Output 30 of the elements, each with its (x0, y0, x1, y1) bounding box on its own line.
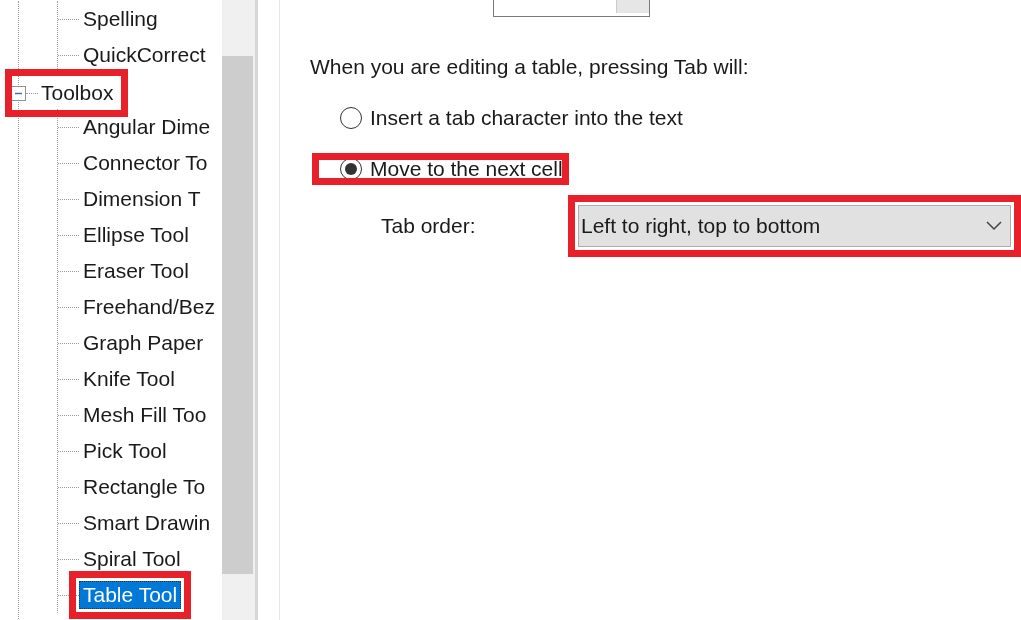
scrollbar-thumb[interactable] (222, 56, 253, 574)
tree-item[interactable]: Smart Drawin (79, 509, 215, 537)
tree-item[interactable]: Pick Tool (79, 437, 171, 465)
radio-option[interactable]: Insert a tab character into the text (312, 102, 689, 134)
tree-item[interactable]: Freehand/Bez (79, 293, 219, 321)
tree-item[interactable]: Spelling (79, 5, 162, 33)
tree-item[interactable]: Angular Dime (79, 113, 215, 141)
chevron-down-icon (986, 221, 1002, 231)
prompt-text: When you are editing a table, pressing Tab will: (310, 55, 750, 79)
tree-item[interactable]: Mesh Fill Too (79, 401, 211, 429)
radio-label: Move to the next cell (370, 157, 563, 181)
tree-item[interactable]: Knife Tool (79, 365, 179, 393)
tree-item[interactable]: Connector To (79, 149, 212, 177)
tree-item[interactable]: Ellipse Tool (79, 221, 193, 249)
radio-option[interactable]: Move to the next cell (312, 153, 569, 185)
tree-item[interactable]: Graph Paper (79, 329, 208, 357)
dropdown[interactable]: Left to right, top to bottom (578, 205, 1011, 247)
radio-button[interactable] (340, 107, 362, 129)
dropdown-field[interactable] (493, 0, 650, 17)
collapse-icon[interactable] (11, 85, 26, 101)
radio-label: Insert a tab character into the text (370, 106, 683, 130)
scrollbar[interactable] (222, 0, 255, 620)
tree-item[interactable]: Toolbox (11, 75, 123, 111)
tree-item[interactable]: Rectangle To (79, 473, 210, 501)
tree-item[interactable]: QuickCorrect (79, 41, 210, 69)
tree-item[interactable]: Dimension T (79, 185, 205, 213)
tree-item[interactable]: Spiral Tool (79, 545, 185, 573)
field-label: Tab order: (380, 214, 477, 238)
radio-button[interactable] (340, 158, 362, 180)
tree-item[interactable]: Eraser Tool (79, 257, 193, 285)
